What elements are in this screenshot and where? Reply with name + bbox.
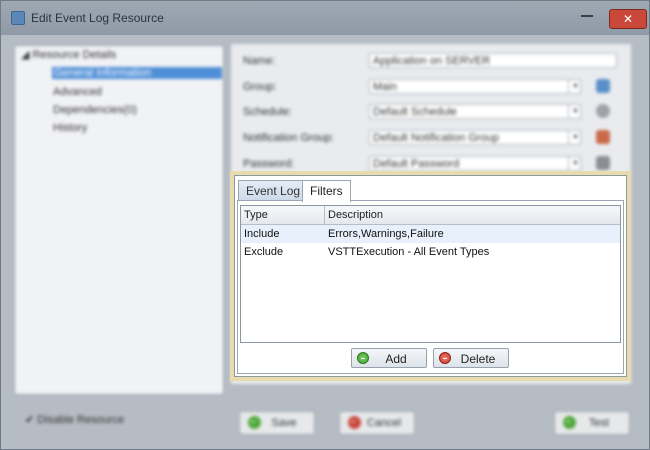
group-browse-icon[interactable] bbox=[596, 79, 610, 93]
notification-users-icon[interactable] bbox=[596, 130, 610, 144]
notification-dropdown-icon[interactable]: ▼ bbox=[568, 130, 582, 145]
filters-tab-control: Event Log Filters Type Description Inclu… bbox=[234, 175, 627, 377]
resource-tree: ◢ Resource Details General Information A… bbox=[14, 45, 224, 395]
collapse-icon[interactable]: ◢ bbox=[21, 49, 33, 61]
group-dropdown-icon[interactable]: ▼ bbox=[568, 79, 582, 94]
column-header-type[interactable]: Type bbox=[241, 206, 325, 224]
schedule-select[interactable]: Default Schedule bbox=[369, 104, 581, 119]
group-label: Group: bbox=[243, 81, 277, 93]
filters-grid[interactable]: Type Description Include Errors,Warnings… bbox=[240, 205, 621, 343]
tab-filters[interactable]: Filters bbox=[302, 180, 351, 202]
filters-grid-header: Type Description bbox=[241, 206, 620, 225]
cancel-icon bbox=[348, 416, 361, 429]
notification-group-select[interactable]: Default Notification Group bbox=[369, 130, 581, 145]
title-bar[interactable]: Edit Event Log Resource ✕ bbox=[1, 1, 649, 35]
tree-item-advanced[interactable]: Advanced bbox=[53, 86, 102, 98]
check-icon: ✔ bbox=[25, 414, 38, 426]
add-filter-button[interactable]: Add bbox=[351, 348, 427, 368]
password-select[interactable]: Default Password bbox=[369, 156, 581, 171]
minimize-icon[interactable] bbox=[581, 12, 593, 17]
name-input[interactable]: Application on SERVER bbox=[369, 53, 617, 68]
password-key-icon[interactable] bbox=[596, 156, 610, 170]
column-header-description[interactable]: Description bbox=[325, 206, 618, 224]
test-check-icon bbox=[563, 416, 576, 429]
delete-button-label: Delete bbox=[460, 352, 496, 366]
password-dropdown-icon[interactable]: ▼ bbox=[568, 156, 582, 171]
close-button[interactable]: ✕ bbox=[609, 9, 647, 29]
delete-filter-button[interactable]: Delete bbox=[433, 348, 509, 368]
test-button[interactable]: Test bbox=[554, 411, 630, 435]
password-label: Password: bbox=[243, 158, 295, 170]
cancel-button[interactable]: Cancel bbox=[339, 411, 415, 435]
row-type: Exclude bbox=[244, 246, 284, 258]
table-row[interactable]: Include Errors,Warnings,Failure bbox=[241, 225, 620, 243]
row-description: VSTTExecution - All Event Types bbox=[328, 246, 490, 258]
tab-event-log[interactable]: Event Log bbox=[238, 180, 309, 201]
row-type: Include bbox=[244, 228, 280, 240]
save-button[interactable]: Save bbox=[239, 411, 315, 435]
add-button-label: Add bbox=[385, 352, 407, 366]
tree-item-general-information[interactable]: General Information bbox=[52, 67, 222, 79]
window-title: Edit Event Log Resource bbox=[31, 11, 164, 25]
name-label: Name: bbox=[243, 55, 276, 67]
schedule-label: Schedule: bbox=[243, 106, 292, 118]
tree-root[interactable]: ◢ Resource Details bbox=[21, 48, 116, 61]
table-row[interactable]: Exclude VSTTExecution - All Event Types bbox=[241, 243, 620, 261]
filters-tab-body: Type Description Include Errors,Warnings… bbox=[237, 200, 624, 374]
schedule-clock-icon[interactable] bbox=[596, 104, 610, 118]
group-select[interactable]: Main bbox=[369, 79, 581, 94]
disable-resource-checkbox[interactable]: ✔ Disable Resource bbox=[25, 413, 124, 426]
notification-group-label: Notification Group: bbox=[243, 132, 335, 144]
row-description: Errors,Warnings,Failure bbox=[328, 228, 444, 240]
edit-event-log-window: Edit Event Log Resource ✕ ◢ Resource Det… bbox=[0, 0, 650, 450]
save-check-icon bbox=[248, 416, 261, 429]
tree-item-history[interactable]: History bbox=[53, 122, 87, 134]
tree-item-dependencies[interactable]: Dependencies(0) bbox=[53, 104, 137, 116]
app-icon bbox=[11, 11, 25, 25]
schedule-dropdown-icon[interactable]: ▼ bbox=[568, 104, 582, 119]
